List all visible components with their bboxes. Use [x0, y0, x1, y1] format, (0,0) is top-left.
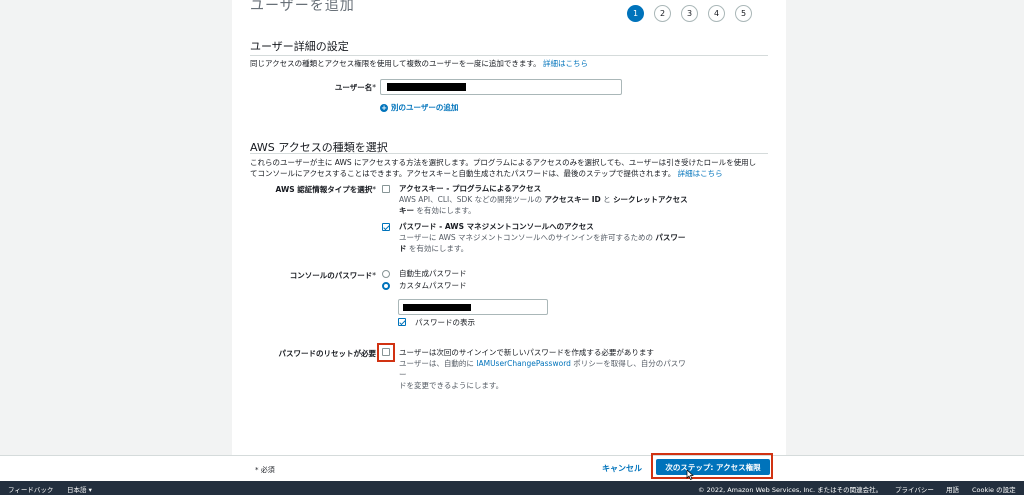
opt1-desc-f: を有効にします。 [416, 206, 476, 215]
step-4[interactable]: 4 [708, 5, 725, 22]
console-password-label: コンソールのパスワード* [289, 271, 376, 280]
redacted-username [387, 83, 466, 91]
console-access-title: パスワード - AWS マネジメントコンソールへのアクセス [399, 222, 594, 231]
highlight-box-checkbox [377, 343, 395, 362]
credential-type-label: AWS 認証情報タイプを選択* [275, 185, 376, 194]
add-another-user-link[interactable]: + 別のユーザーの追加 [380, 102, 458, 113]
access-learn-more-link[interactable]: 詳細はこちら [678, 169, 723, 178]
opt1-desc-d: シークレットアクセス [613, 195, 688, 204]
auto-password-radio[interactable] [382, 270, 390, 278]
programmatic-access-title: アクセスキー - プログラムによるアクセス [399, 184, 542, 193]
action-bar [0, 455, 1024, 481]
user-details-description: 同じアクセスの種類とアクセス権限を使用して複数のユーザーを一度に追加できます。 … [250, 58, 588, 69]
step-2[interactable]: 2 [654, 5, 671, 22]
feedback-link[interactable]: フィードバック [8, 484, 53, 494]
cookie-settings-link[interactable]: Cookie の設定 [972, 484, 1016, 494]
username-label: ユーザー名* [334, 83, 376, 92]
highlight-box-next [651, 453, 773, 479]
opt2-desc-d: を有効にします。 [408, 244, 469, 253]
divider [250, 153, 768, 154]
password-reset-label: パスワードのリセットが必要 [278, 349, 377, 358]
description-line-2: てコンソールにアクセスすることはできます。アクセスキーと自動生成されたパスワード… [250, 169, 676, 178]
wizard-steps: 1 2 3 4 5 [627, 5, 752, 22]
console-footer: フィードバック 日本語 ▾ © 2022, Amazon Web Service… [0, 481, 1024, 495]
required-note: * 必須 [255, 465, 275, 475]
password-reset-option: ユーザーは次回のサインインで新しいパスワードを作成する必要があります ユーザーは… [399, 347, 689, 391]
username-label-text: ユーザー名 [334, 83, 373, 92]
reset-desc-a: ユーザーは、自動的に [399, 359, 474, 368]
opt1-desc-a: AWS API、CLI、SDK などの開発ツールの [399, 195, 543, 204]
show-password-checkbox[interactable] [398, 318, 406, 326]
add-user-label: 別のユーザーの追加 [391, 103, 459, 112]
opt2-desc-b: パスワー [655, 233, 686, 242]
reset-desc-c: ドを変更できるようにします。 [399, 381, 504, 390]
learn-more-link[interactable]: 詳細はこちら [543, 59, 588, 68]
terms-link[interactable]: 用語 [946, 484, 959, 494]
password-reset-description: ユーザーは、自動的に IAMUserChangePassword ポリシーを取得… [399, 358, 689, 391]
step-3[interactable]: 3 [681, 5, 698, 22]
privacy-link[interactable]: プライバシー [895, 484, 934, 494]
copyright-text: © 2022, Amazon Web Services, Inc. またはその関… [698, 486, 883, 494]
page-title: ユーザーを追加 [250, 0, 355, 14]
show-password-label: パスワードの表示 [415, 318, 475, 327]
opt2-desc-a: ユーザーに AWS マネジメントコンソールへのサインインを許可するための [399, 233, 654, 242]
console-access-description: ユーザーに AWS マネジメントコンソールへのサインインを許可するための パスワ… [399, 232, 689, 254]
required-note-text: 必須 [260, 466, 275, 474]
programmatic-access-checkbox[interactable] [382, 185, 390, 193]
plus-icon: + [380, 103, 388, 112]
custom-password-input[interactable] [398, 299, 548, 315]
credential-type-label-text: AWS 認証情報タイプを選択 [275, 185, 373, 194]
description-line-1: これらのユーザーが主に AWS にアクセスする方法を選択します。プログラムによる… [250, 158, 757, 167]
redacted-password [403, 304, 471, 311]
console-access-option: パスワード - AWS マネジメントコンソールへのアクセス ユーザーに AWS … [399, 221, 689, 254]
opt2-desc-c: ド [399, 244, 407, 253]
custom-password-radio[interactable] [382, 282, 390, 290]
programmatic-access-description: AWS API、CLI、SDK などの開発ツールの アクセスキー ID と シー… [399, 194, 689, 216]
mouse-cursor-icon [686, 470, 694, 480]
description-text: 同じアクセスの種類とアクセス権限を使用して複数のユーザーを一度に追加できます。 [250, 59, 541, 68]
cancel-button[interactable]: キャンセル [602, 463, 642, 474]
iam-policy-link[interactable]: IAMUserChangePassword [476, 359, 571, 368]
access-type-description: これらのユーザーが主に AWS にアクセスする方法を選択します。プログラムによる… [250, 157, 775, 179]
auto-password-label: 自動生成パスワード [399, 269, 467, 278]
username-input[interactable] [380, 79, 622, 95]
opt1-desc-c: と [603, 195, 611, 204]
password-reset-text: ユーザーは次回のサインインで新しいパスワードを作成する必要があります [399, 348, 654, 357]
console-password-label-text: コンソールのパスワード [289, 271, 373, 280]
programmatic-access-option: アクセスキー - プログラムによるアクセス AWS API、CLI、SDK など… [399, 183, 689, 216]
console-access-checkbox[interactable] [382, 223, 390, 231]
user-details-title: ユーザー詳細の設定 [250, 40, 349, 53]
step-1[interactable]: 1 [627, 5, 644, 22]
custom-password-label: カスタムパスワード [399, 281, 467, 290]
divider [250, 55, 768, 56]
step-5[interactable]: 5 [735, 5, 752, 22]
opt1-desc-b: アクセスキー ID [544, 195, 601, 204]
opt1-desc-e: キー [399, 206, 414, 215]
language-selector[interactable]: 日本語 ▾ [67, 484, 92, 494]
